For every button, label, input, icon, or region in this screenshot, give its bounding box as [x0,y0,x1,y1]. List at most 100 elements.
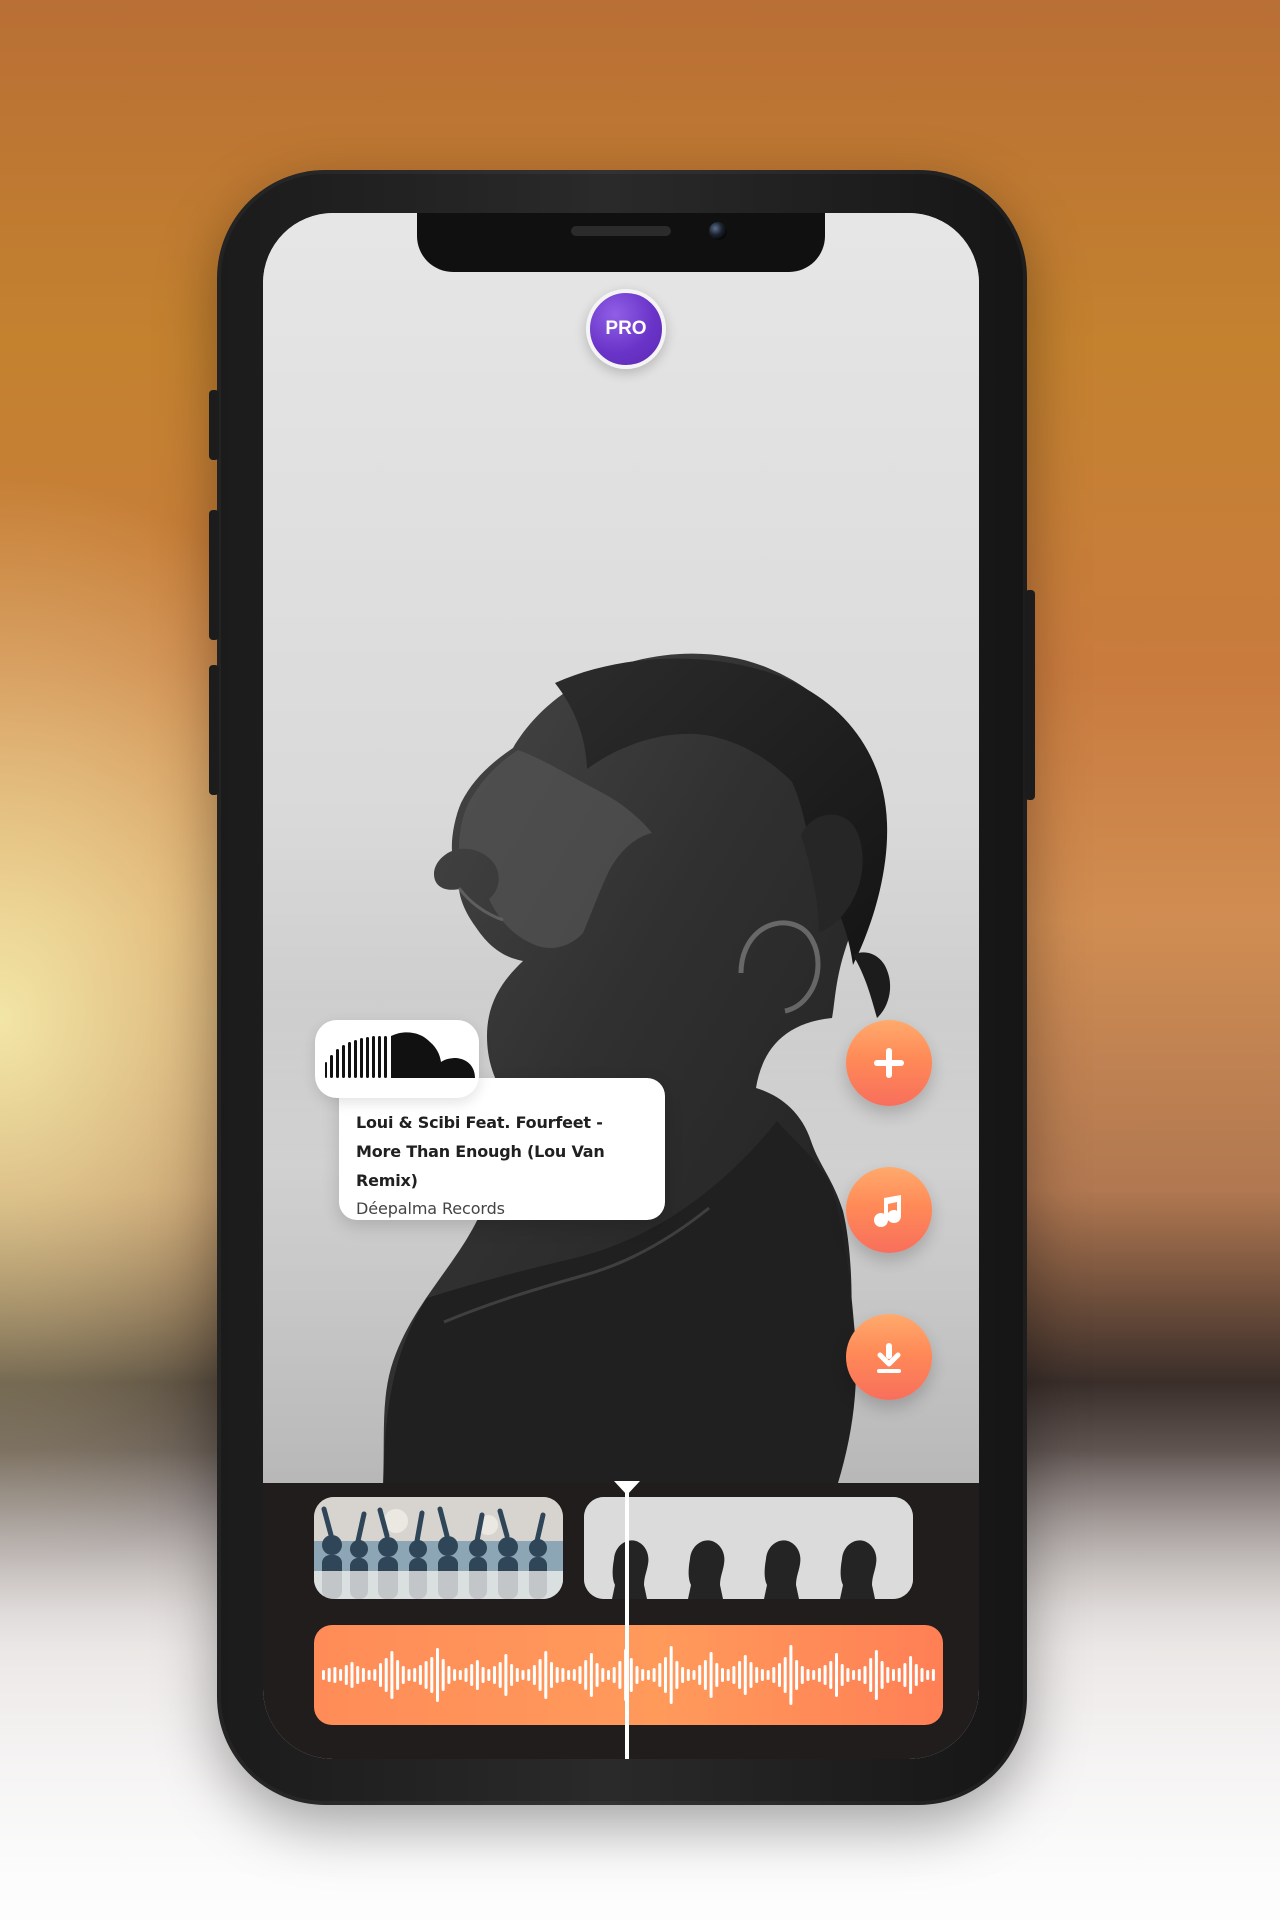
waveform-bar [698,1665,702,1685]
timeline-clip-portrait[interactable] [584,1497,913,1599]
waveform-bar [664,1657,667,1693]
waveform-bar [607,1670,610,1680]
volume-down-button [209,665,219,795]
waveform-bar [561,1668,565,1682]
waveform-bar [521,1670,525,1680]
waveform-bar [430,1657,434,1693]
waveform-bar [401,1666,405,1684]
pro-badge-label: PRO [605,318,647,339]
waveform-bar [424,1661,428,1689]
portrait-thumbnail-icon [584,1497,913,1599]
editor-timeline[interactable] [263,1481,979,1759]
waveform-bar [356,1666,360,1684]
music-button[interactable] [846,1167,932,1253]
pro-badge[interactable]: PRO [586,289,666,369]
waveform-bar [418,1665,422,1685]
waveform-bar [470,1664,474,1686]
waveform-bar [350,1662,354,1688]
waveform-bar [721,1668,724,1682]
waveform-bar [544,1651,548,1699]
plus-icon [874,1048,904,1078]
waveform-bar [498,1662,502,1688]
waveform-bar [931,1669,935,1681]
waveform-bar [584,1660,588,1690]
waveform-bar [817,1668,821,1682]
waveform-bar [407,1669,411,1681]
download-button[interactable] [846,1314,932,1400]
waveform-bar [333,1667,337,1683]
waveform-bar [795,1660,799,1690]
waveform-bar [550,1662,553,1688]
waveform-bar [441,1659,445,1691]
waveform-bar [675,1661,679,1689]
waveform-bar [669,1646,673,1704]
waveform-bar [846,1668,850,1682]
waveform-bar [806,1669,810,1681]
waveform-bar [538,1659,542,1691]
waveform-bar [732,1666,736,1684]
waveform-bar [475,1660,479,1690]
waveform-bar [367,1670,371,1680]
waveform-bar [926,1670,930,1680]
crowd-thumbnail-icon [314,1497,563,1599]
waveform-bar [493,1666,496,1684]
waveform-bar [390,1651,394,1699]
track-card[interactable]: Loui & Scibi Feat. Fourfeet - More Than … [339,1078,665,1220]
waveform-bar [396,1660,400,1690]
waveform-bar [857,1669,861,1681]
waveform-bar [322,1670,325,1680]
waveform-bar [738,1661,742,1689]
waveform-bar [835,1653,838,1697]
waveform-bar [504,1654,508,1696]
waveform-bar [852,1670,856,1680]
waveform-bar [629,1658,633,1692]
waveform-bar [886,1667,890,1683]
waveform-bar [692,1670,696,1680]
download-icon [877,1343,901,1373]
waveform-bar [481,1667,485,1683]
waveform-bar [612,1667,616,1683]
waveform-bar [555,1667,559,1683]
music-note-icon [874,1195,901,1227]
waveform-bar [635,1666,639,1684]
waveform-bar [641,1669,645,1681]
waveform-bar [703,1660,707,1690]
waveform-bar [339,1669,343,1681]
waveform-bar [743,1655,747,1695]
waveform-bar [880,1661,884,1689]
waveform-bar [361,1668,365,1682]
waveform-bar [715,1663,719,1687]
waveform-bar [874,1650,878,1700]
playhead[interactable] [625,1483,629,1759]
background-scene: PRO Loui & Scibi Feat. Fourfeet - More T… [0,0,1280,1920]
waveform-bar [384,1658,388,1692]
waveform-bar [686,1669,690,1681]
waveform-bar [373,1669,377,1681]
waveform-bar [755,1667,759,1683]
track-label: Déepalma Records [356,1199,505,1218]
timeline-clip-crowd[interactable] [314,1497,563,1599]
waveform-bar [652,1668,656,1682]
waveform-bar [453,1669,457,1681]
waveform-bar [760,1669,764,1681]
waveform-bar [772,1667,776,1683]
silent-switch [209,390,219,460]
track-title: Loui & Scibi Feat. Fourfeet - More Than … [356,1113,605,1190]
playhead-handle[interactable] [614,1481,640,1495]
waveform-bar [823,1665,827,1685]
waveform-bar [510,1664,514,1686]
add-button[interactable] [846,1020,932,1106]
power-button [1025,590,1035,800]
video-preview[interactable] [263,213,979,1483]
soundcloud-icon [325,1032,475,1078]
waveform-bar [789,1645,793,1705]
waveform-bar [829,1661,833,1689]
waveform-bar [783,1657,787,1693]
waveform-bar [914,1664,918,1686]
waveform-bar [840,1664,844,1686]
waveform-bar [892,1669,895,1681]
waveform-bar [920,1668,924,1682]
waveform-bar [567,1670,571,1680]
waveform-bar [515,1668,519,1682]
waveform-bar [646,1670,650,1680]
